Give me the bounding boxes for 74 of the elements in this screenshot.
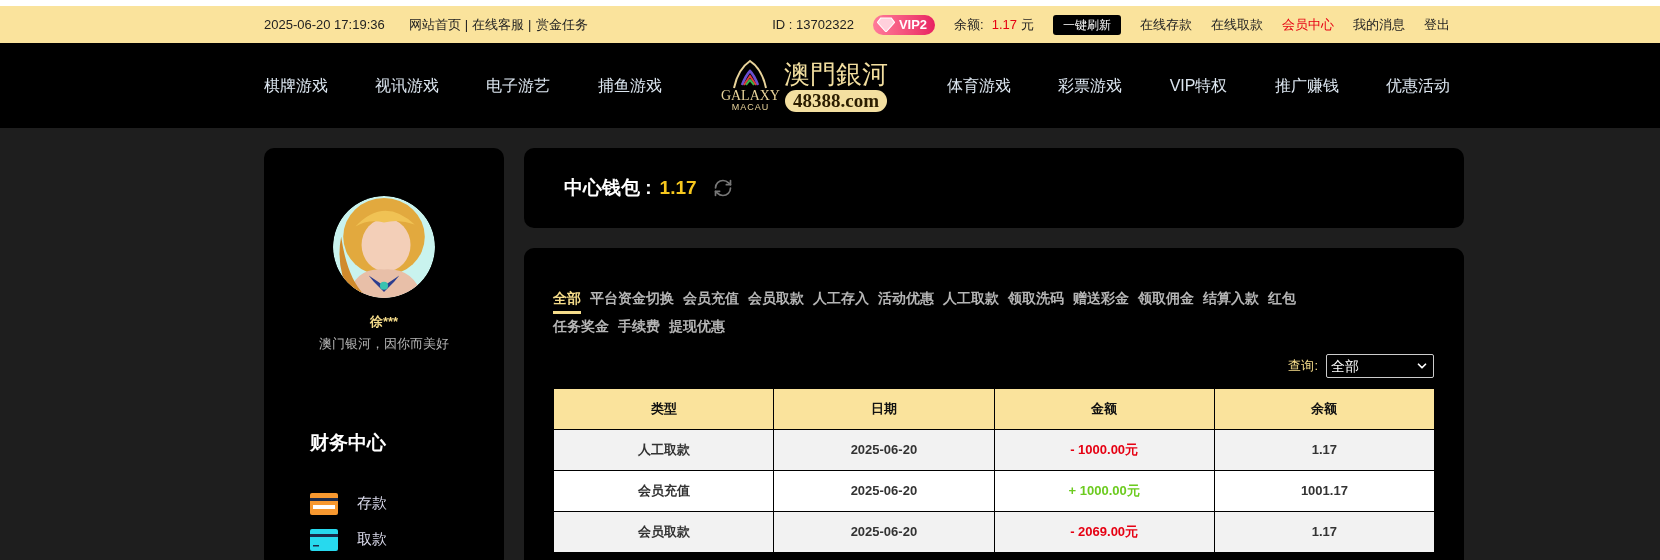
- filter-tab[interactable]: 活动优惠: [878, 286, 934, 314]
- nav-link[interactable]: VIP特权: [1169, 73, 1228, 98]
- top-action-link[interactable]: 会员中心: [1282, 14, 1334, 35]
- table-cell: 1001.17: [1214, 470, 1435, 512]
- wallet-value: 1.17: [659, 175, 697, 200]
- sidebar-item[interactable]: 取款: [310, 521, 504, 558]
- sidebar-item-label: 取款: [357, 529, 387, 550]
- table-cell: 1.17: [1214, 511, 1435, 553]
- nav-link[interactable]: 棋牌游戏: [264, 73, 328, 98]
- filter-tab[interactable]: 结算入款: [1203, 286, 1259, 314]
- column-header: 类型: [553, 388, 774, 430]
- table-cell: - 2069.00元: [994, 511, 1215, 553]
- filter-tab[interactable]: 平台资金切换: [590, 286, 674, 314]
- sidebar-item[interactable]: 存款: [310, 485, 504, 522]
- filter-select[interactable]: 全部: [1326, 354, 1434, 378]
- table-cell: - 1000.00元: [994, 429, 1215, 471]
- table-cell: 2025-06-20: [773, 511, 994, 553]
- user-name: 徐***: [369, 313, 399, 331]
- diamond-icon: [876, 17, 895, 32]
- user-slogan: 澳门银河，因你而美好: [319, 334, 449, 353]
- column-header: 余额: [1214, 388, 1435, 430]
- logo-brand: 澳門銀河: [784, 59, 888, 90]
- filter-tab[interactable]: 红包: [1268, 286, 1296, 314]
- filter-tab[interactable]: 手续费: [618, 314, 660, 342]
- filter-tab[interactable]: 会员充值: [683, 286, 739, 314]
- refresh-button[interactable]: 一键刷新: [1053, 14, 1121, 35]
- logo-wordmark: GALAXY: [720, 89, 780, 103]
- balance-unit: 元: [1021, 15, 1034, 34]
- top-action-link[interactable]: 我的消息: [1353, 14, 1405, 35]
- column-header: 日期: [773, 388, 994, 430]
- nav-link[interactable]: 体育游戏: [947, 73, 1012, 98]
- table-cell: 2025-06-20: [773, 470, 994, 512]
- separator: |: [528, 15, 532, 34]
- nav-link[interactable]: 电子游艺: [486, 73, 551, 98]
- filter-tab[interactable]: 领取佣金: [1138, 286, 1194, 314]
- column-header: 金额: [994, 388, 1215, 430]
- balance-value: 1.17: [991, 15, 1017, 34]
- logo-domain: 48388.com: [784, 89, 887, 112]
- top-action-link[interactable]: 在线取款: [1211, 14, 1263, 35]
- top-link[interactable]: 网站首页: [408, 14, 461, 35]
- nav-link[interactable]: 彩票游戏: [1058, 73, 1123, 98]
- vip-badge: VIP2: [872, 14, 936, 35]
- table-cell: 会员充值: [553, 470, 774, 512]
- nav-link[interactable]: 优惠活动: [1385, 73, 1450, 98]
- filter-tab[interactable]: 领取洗码: [1008, 286, 1064, 314]
- table-cell: 会员取款: [553, 511, 774, 553]
- logo-subtitle: MACAU: [731, 103, 770, 112]
- top-action-link[interactable]: 登出: [1424, 14, 1450, 35]
- filter-tab[interactable]: 任务奖金: [553, 314, 609, 342]
- table-cell: + 1000.00元: [994, 470, 1215, 512]
- filter-tab[interactable]: 会员取款: [748, 286, 804, 314]
- filter-tab[interactable]: 人工存入: [813, 286, 869, 314]
- sidebar-title: 财务中心: [310, 431, 387, 455]
- nav-link[interactable]: 视讯游戏: [375, 73, 440, 98]
- nav-link[interactable]: 捕鱼游戏: [597, 73, 662, 98]
- balance-label: 余额:: [954, 15, 984, 34]
- separator: |: [464, 15, 469, 34]
- table-cell: 2025-06-20: [773, 429, 994, 471]
- sidebar-item-label: 存款: [357, 493, 387, 514]
- table-cell: 人工取款: [553, 429, 774, 471]
- filter-label: 查询:: [1288, 357, 1318, 376]
- user-id: ID : 13702322: [772, 15, 854, 34]
- filter-tab[interactable]: 全部: [553, 286, 581, 314]
- nav-link[interactable]: 推广赚钱: [1274, 73, 1339, 98]
- filter-tab[interactable]: 提现优惠: [669, 314, 725, 342]
- top-link[interactable]: 赏金任务: [535, 14, 588, 35]
- top-link[interactable]: 在线客服: [472, 14, 525, 35]
- refresh-icon[interactable]: [712, 178, 733, 198]
- top-action-link[interactable]: 在线存款: [1140, 14, 1192, 35]
- filter-tab[interactable]: 赠送彩金: [1073, 286, 1129, 314]
- datetime: 2025-06-20 17:19:36: [264, 15, 385, 34]
- table-cell: 1.17: [1214, 429, 1435, 471]
- wallet-label: 中心钱包 :: [564, 175, 652, 200]
- filter-tab[interactable]: 人工取款: [943, 286, 999, 314]
